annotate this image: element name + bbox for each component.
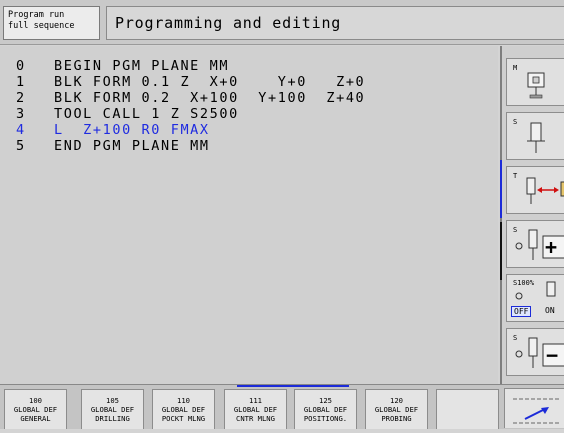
mode-line-1: Program run (8, 10, 65, 20)
softkey-spindle-minus[interactable]: S − (506, 328, 564, 376)
softkey-spindle-override[interactable]: S100% OFF ON (506, 274, 564, 322)
tool-arrow-icon (526, 177, 564, 204)
line-text: L Z+100 R0 FMAX (54, 122, 210, 138)
line-text: BLK FORM 0.1 Z X+0 Y+0 Z+0 (54, 74, 366, 90)
softkey-number: 125 (319, 396, 332, 405)
softkey-line-2: CNTR MLNG (236, 414, 275, 423)
softkey-global-def-110[interactable]: 110 GLOBAL DEF POCKT MLNG (152, 389, 215, 429)
line-text: END PGM PLANE MM (54, 138, 210, 154)
softkey-number: 110 (177, 396, 190, 405)
on-toggle[interactable]: ON (545, 306, 555, 315)
softkey-tool-length[interactable]: T (506, 166, 564, 214)
softkey-line-2: GENERAL (20, 414, 51, 423)
softkey-line-1: GLOBAL DEF (13, 405, 58, 414)
m-function-icon (527, 72, 545, 99)
vertical-softkey-bar: M S T S + S100% OFF ON S − (500, 46, 564, 384)
page-title: Programming and editing (106, 6, 564, 40)
program-line-3[interactable]: 3 TOOL CALL 1 Z S2500 (16, 106, 239, 122)
program-editor[interactable]: 0 BEGIN PGM PLANE MM 1 BLK FORM 0.1 Z X+0 … (0, 46, 498, 384)
softkey-global-def-111[interactable]: 111 GLOBAL DEF CNTR MLNG (224, 389, 287, 429)
softkey-line-2: POCKT MLNG (161, 414, 206, 423)
line-number: 2 (16, 90, 26, 106)
softkey-global-def-120[interactable]: 120 GLOBAL DEF PROBING (365, 389, 428, 429)
softkey-line-2: PROBING (381, 414, 412, 423)
softkey-spindle-plus[interactable]: S + (506, 220, 564, 268)
program-line-0[interactable]: 0 BEGIN PGM PLANE MM (16, 58, 229, 74)
line-number: 4 (16, 122, 26, 138)
softkey-scrollbar[interactable] (500, 222, 502, 280)
softkey-line-1: GLOBAL DEF (303, 405, 348, 414)
line-text: TOOL CALL 1 Z S2500 (54, 106, 239, 122)
program-line-5[interactable]: 5 END PGM PLANE MM (16, 138, 210, 154)
line-text: BEGIN PGM PLANE MM (54, 58, 230, 74)
machine-mode-indicator: Program run full sequence (3, 6, 100, 40)
line-text: BLK FORM 0.2 X+100 Y+100 Z+40 (54, 90, 366, 106)
line-number: 0 (16, 58, 26, 74)
softkey-line-1: GLOBAL DEF (233, 405, 278, 414)
mode-line-2: full sequence (8, 21, 75, 31)
program-line-2[interactable]: 2 BLK FORM 0.2 X+100 Y+100 Z+40 (16, 90, 365, 106)
softkey-empty[interactable] (436, 389, 499, 429)
softkey-global-def-105[interactable]: 105 GLOBAL DEF DRILLING (81, 389, 144, 429)
minus-icon: − (546, 343, 559, 367)
softkey-number: 111 (249, 396, 262, 405)
softkey-row-switch-button[interactable] (504, 388, 564, 428)
softkey-spindle[interactable]: S (506, 112, 564, 160)
line-number: 5 (16, 138, 26, 154)
softkey-line-2: DRILLING (95, 414, 130, 423)
softkey-scroll-position-indicator (500, 160, 502, 218)
softkey-row-indicator (237, 385, 349, 387)
softkey-number: 105 (106, 396, 119, 405)
softkey-m-function[interactable]: M (506, 58, 564, 106)
softkey-line-2: POSITIONG. (303, 414, 348, 423)
softkey-line-1: GLOBAL DEF (374, 405, 419, 414)
off-toggle[interactable]: OFF (511, 306, 532, 317)
softkey-number: 100 (29, 396, 42, 405)
horizontal-softkey-bar: 100 GLOBAL DEF GENERAL 105 GLOBAL DEF DR… (0, 384, 564, 429)
softkey-line-1: GLOBAL DEF (90, 405, 135, 414)
line-number: 3 (16, 106, 26, 122)
softkey-row-arrow-icon (513, 398, 561, 424)
softkey-global-def-125[interactable]: 125 GLOBAL DEF POSITIONG. (294, 389, 357, 429)
program-line-1[interactable]: 1 BLK FORM 0.1 Z X+0 Y+0 Z+0 (16, 74, 365, 90)
softkey-number: 120 (390, 396, 403, 405)
line-number: 1 (16, 74, 26, 90)
program-line-4-active[interactable]: 4 L Z+100 R0 FMAX (16, 122, 210, 138)
spindle-icon (527, 122, 545, 153)
softkey-line-1: GLOBAL DEF (161, 405, 206, 414)
header-bar: Program run full sequence Programming an… (0, 0, 564, 45)
plus-icon: + (545, 235, 558, 259)
softkey-global-def-100[interactable]: 100 GLOBAL DEF GENERAL (4, 389, 67, 429)
